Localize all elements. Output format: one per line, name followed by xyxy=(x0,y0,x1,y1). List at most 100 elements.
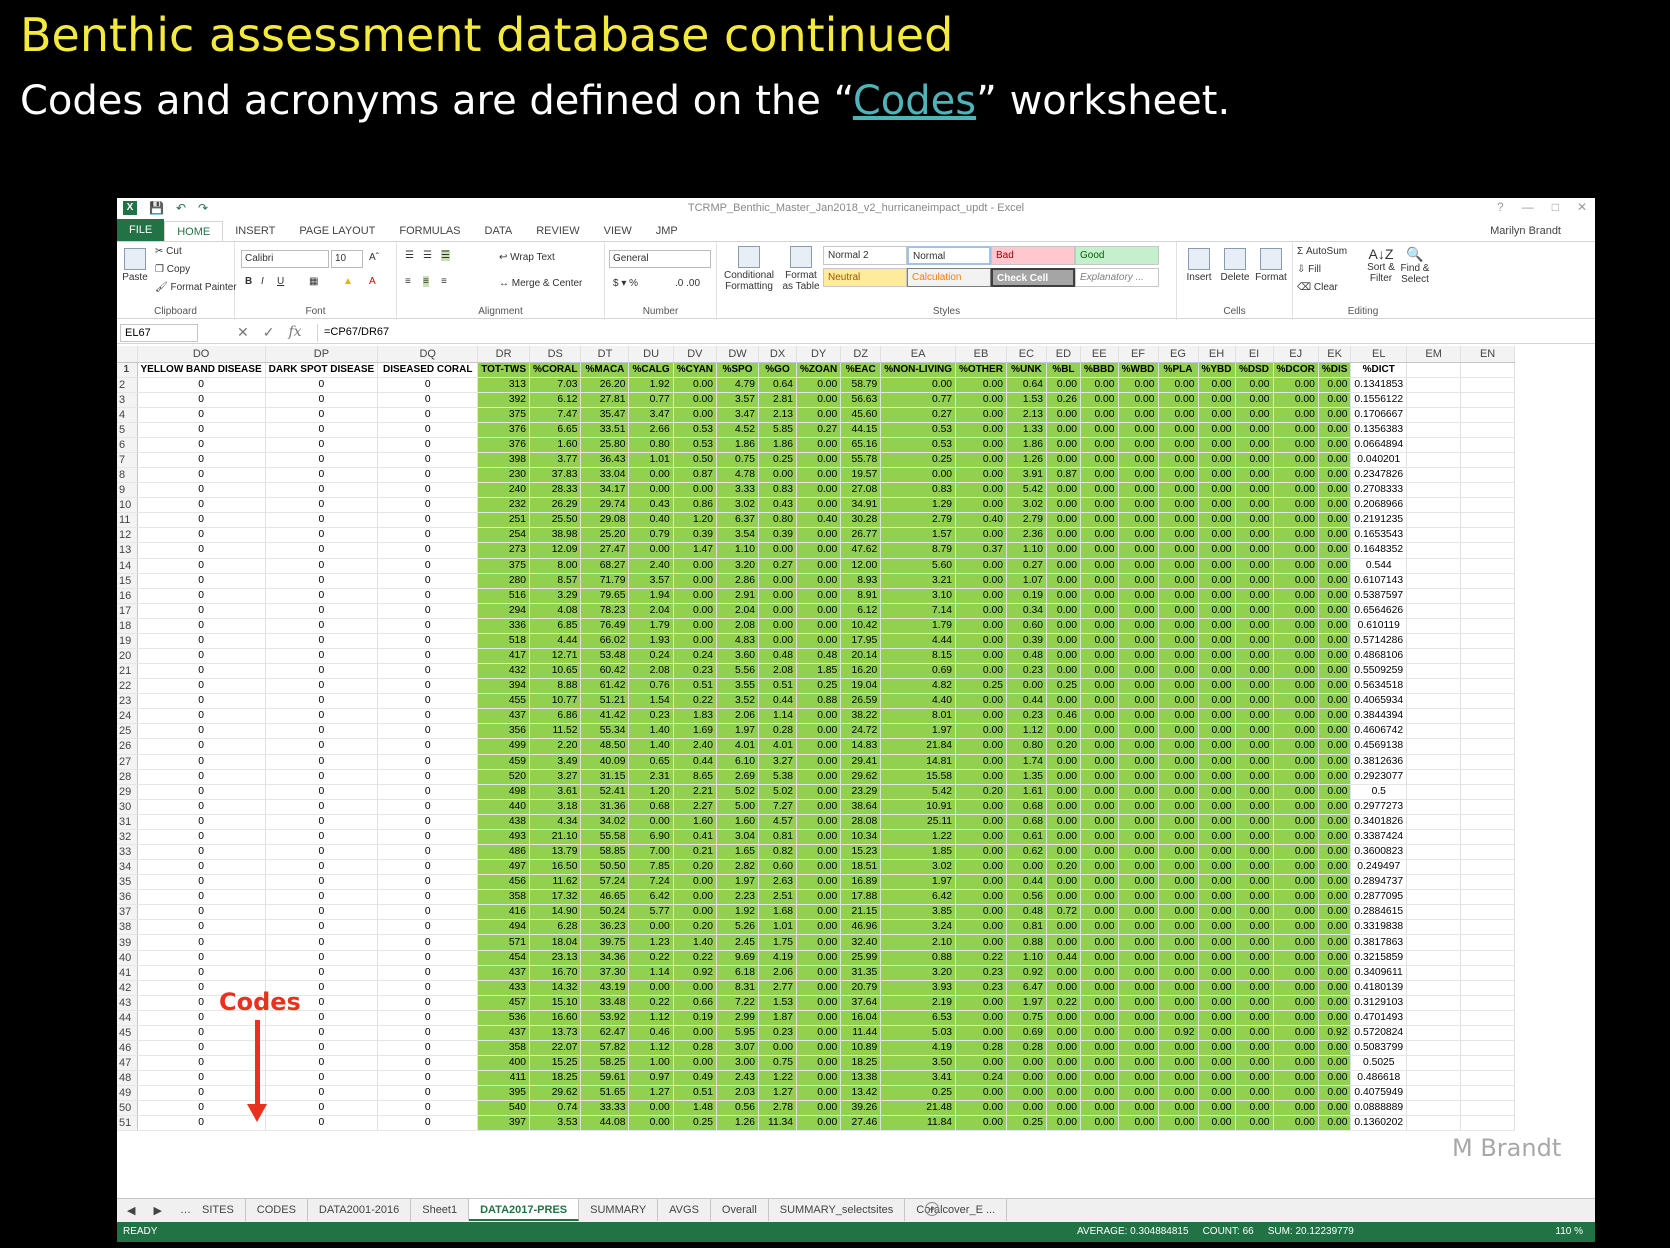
cell[interactable]: 0.24 xyxy=(673,648,718,665)
cell[interactable]: 0.00 xyxy=(1198,708,1236,725)
cell[interactable]: 0.00 xyxy=(1273,904,1319,921)
cell[interactable]: 0.00 xyxy=(1118,950,1159,966)
cell[interactable]: 34.02 xyxy=(580,814,630,830)
cell[interactable]: 12.00 xyxy=(840,558,882,574)
sheet-tab-coralcover-e[interactable]: Coralcover_E ... xyxy=(905,1199,1008,1221)
cell[interactable]: 0.92 xyxy=(1158,1025,1199,1042)
cell[interactable]: 0.00 xyxy=(1235,1100,1274,1117)
cell[interactable]: 0 xyxy=(137,392,266,408)
cell[interactable]: 5.60 xyxy=(880,558,957,574)
cell[interactable]: 3.02 xyxy=(1006,497,1047,514)
style-calculation[interactable]: Calculation xyxy=(907,268,991,287)
cell[interactable]: 0 xyxy=(265,844,379,861)
cell[interactable]: 0.00 xyxy=(1046,377,1081,393)
cell[interactable]: 0.00 xyxy=(673,377,718,393)
cell[interactable]: 0.00 xyxy=(1198,437,1236,453)
cell[interactable]: 0 xyxy=(137,573,266,589)
cell[interactable]: 0.00 xyxy=(1080,573,1119,589)
cell[interactable]: 27.81 xyxy=(580,392,630,408)
cell[interactable]: 0.00 xyxy=(1273,618,1319,634)
cell[interactable]: 0.1341853 xyxy=(1350,377,1408,393)
cell[interactable]: 17.95 xyxy=(840,633,882,649)
cell[interactable]: 0.00 xyxy=(796,1055,842,1072)
cell[interactable]: 0.00 xyxy=(1118,904,1159,921)
cell[interactable]: 0.00 xyxy=(1273,980,1319,996)
cell[interactable]: 0.00 xyxy=(673,618,718,634)
cell[interactable]: 0.00 xyxy=(796,633,842,649)
cell[interactable]: 0.00 xyxy=(1318,980,1352,996)
cell[interactable]: 0.00 xyxy=(955,1055,1007,1072)
cell[interactable]: 1.12 xyxy=(1006,723,1047,740)
cell[interactable]: 0.00 xyxy=(1158,934,1199,951)
select-all-corner[interactable] xyxy=(117,346,138,363)
cell[interactable] xyxy=(1406,1010,1462,1026)
cell[interactable]: 0.37 xyxy=(955,542,1007,559)
cell[interactable]: 0.00 xyxy=(1046,407,1081,423)
cell[interactable]: 0.00 xyxy=(955,723,1007,740)
cell[interactable]: 3.57 xyxy=(716,392,760,408)
cell[interactable]: 0 xyxy=(265,573,379,589)
cell[interactable]: 0 xyxy=(137,1025,266,1042)
cell[interactable]: 0.00 xyxy=(1235,950,1274,966)
cell[interactable]: 0.28 xyxy=(673,1040,718,1057)
cell[interactable]: 6.37 xyxy=(716,512,760,529)
cell[interactable] xyxy=(1460,452,1516,469)
cell[interactable]: 0 xyxy=(137,588,266,604)
autosum-button[interactable]: Σ AutoSum xyxy=(1297,246,1347,257)
cell[interactable]: 1.68 xyxy=(758,904,798,921)
cell[interactable]: 0.00 xyxy=(1158,558,1199,574)
cell[interactable]: 0.3844394 xyxy=(1350,708,1408,725)
cell[interactable]: 1.22 xyxy=(758,1070,798,1087)
cell[interactable]: 0.00 xyxy=(1118,527,1159,544)
cell[interactable]: 0 xyxy=(377,889,479,906)
cell[interactable]: 0 xyxy=(377,392,479,408)
cell[interactable]: 0.00 xyxy=(955,558,1007,574)
cell[interactable]: 0.25 xyxy=(1006,1115,1047,1132)
cell[interactable]: 1.47 xyxy=(673,542,718,559)
cell[interactable]: 0.4569138 xyxy=(1350,738,1408,755)
cell[interactable]: 21.10 xyxy=(529,829,582,846)
cell[interactable]: 0.00 xyxy=(1046,1100,1081,1117)
cell[interactable]: 3.20 xyxy=(880,965,957,981)
cell[interactable]: 0.00 xyxy=(1318,512,1352,529)
cell[interactable]: %CALG xyxy=(628,362,674,378)
cell[interactable]: 0.61 xyxy=(1006,829,1047,846)
cell[interactable]: 0.40 xyxy=(796,512,842,529)
cell[interactable]: 0.5083799 xyxy=(1350,1040,1408,1057)
cell[interactable]: 0.00 xyxy=(1273,723,1319,740)
row-number[interactable]: 18 xyxy=(117,618,138,634)
cell[interactable]: 0.00 xyxy=(1046,799,1081,815)
cell[interactable]: 16.50 xyxy=(529,859,582,876)
cell[interactable]: 0 xyxy=(377,1025,479,1042)
cell[interactable]: 0 xyxy=(137,603,266,619)
zoom-level[interactable]: 110 % xyxy=(1555,1226,1583,1237)
row-number[interactable]: 1 xyxy=(117,362,138,378)
cell[interactable]: 0.1360202 xyxy=(1350,1115,1408,1132)
cell[interactable] xyxy=(1406,512,1462,529)
cell[interactable]: 0 xyxy=(265,950,379,966)
column-header-dw[interactable]: DW xyxy=(716,346,760,363)
row-number[interactable]: 10 xyxy=(117,497,138,514)
cell[interactable]: 437 xyxy=(477,1025,531,1042)
cell[interactable]: 0.23 xyxy=(955,965,1007,981)
sheet-tab-sites[interactable]: SITES xyxy=(191,1199,246,1221)
cell[interactable]: 0 xyxy=(137,678,266,695)
cell[interactable]: 3.02 xyxy=(880,859,957,876)
cell[interactable]: 0.040201 xyxy=(1350,452,1408,469)
cell[interactable]: 0.00 xyxy=(1273,950,1319,966)
column-header-ea[interactable]: EA xyxy=(880,346,957,363)
cell[interactable]: 0.00 xyxy=(673,1025,718,1042)
cell[interactable]: 0.00 xyxy=(1080,1100,1119,1117)
cell[interactable]: 0.00 xyxy=(1235,452,1274,469)
cell[interactable]: 1.40 xyxy=(628,723,674,740)
cell[interactable]: 3.27 xyxy=(529,769,582,785)
cell[interactable]: 1.14 xyxy=(758,708,798,725)
cell[interactable]: 20.79 xyxy=(840,980,882,996)
cell[interactable]: 0.00 xyxy=(1080,723,1119,740)
cell[interactable]: 0.00 xyxy=(796,618,842,634)
cell[interactable]: 0.00 xyxy=(673,889,718,906)
cancel-icon[interactable]: ✕ xyxy=(237,324,249,341)
cell[interactable]: 0 xyxy=(377,1085,479,1102)
cell[interactable]: 0.00 xyxy=(1158,814,1199,830)
cell[interactable]: 26.29 xyxy=(529,497,582,514)
